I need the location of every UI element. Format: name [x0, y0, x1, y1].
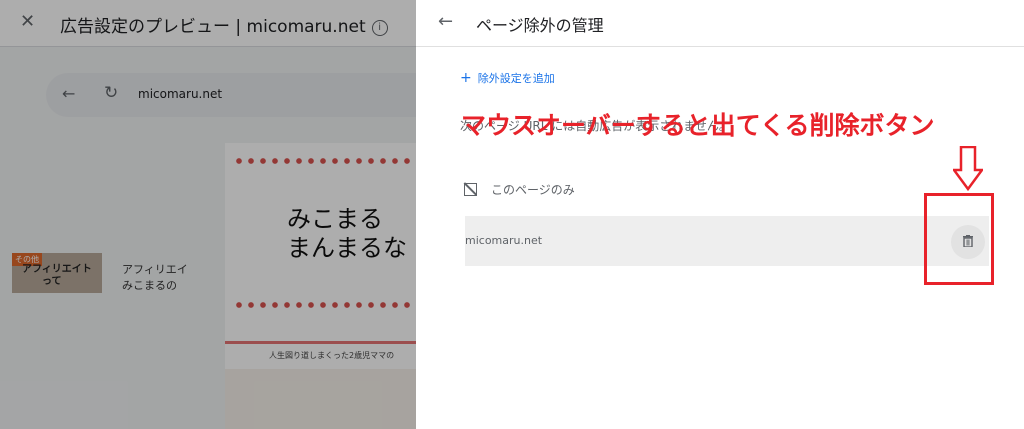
excluded-url: micomaru.net: [465, 234, 543, 247]
arrow-down-icon: [953, 146, 983, 191]
annotation-text: マウスオーバーすると出てくる削除ボタン: [461, 111, 935, 140]
section-title: このページのみ: [491, 183, 575, 197]
panel-title: ページ除外の管理: [476, 16, 604, 35]
arrow-back-icon[interactable]: ←: [438, 11, 453, 32]
plus-icon: +: [460, 70, 472, 86]
annotation-highlight-box: [924, 193, 994, 285]
section-this-page-only: このページのみ: [464, 181, 575, 198]
panel-header: ← ページ除外の管理: [416, 0, 1024, 47]
exclusion-row[interactable]: micomaru.net: [465, 216, 989, 266]
add-exclusion-button[interactable]: + 除外設定を追加: [460, 70, 555, 86]
page-off-icon: [464, 183, 477, 196]
add-exclusion-label: 除外設定を追加: [477, 72, 555, 85]
